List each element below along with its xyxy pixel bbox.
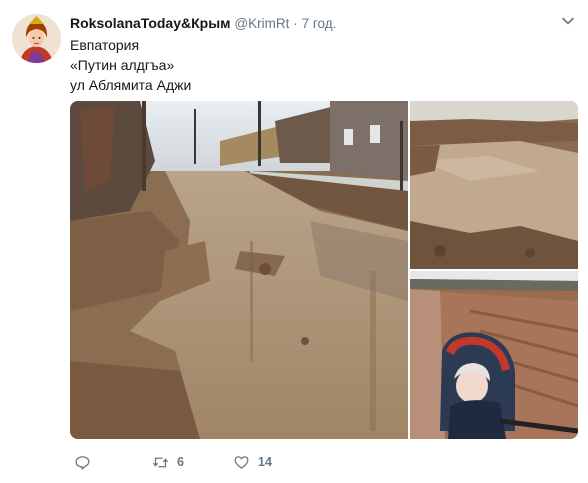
tweet-text: Евпатория «Путин алдгъа» ул Аблямита Адж… [70, 35, 191, 95]
photo-muddy-puddle[interactable] [410, 101, 578, 269]
tweet-card[interactable]: RoksolanaToday&Крым @KrimRt · 7 год. Евп… [0, 0, 588, 483]
tweet-text-line: ул Аблямита Аджи [70, 77, 192, 93]
reply-button[interactable] [74, 452, 91, 472]
like-button[interactable]: 14 [233, 452, 272, 472]
retweet-button[interactable]: 6 [152, 452, 184, 472]
header-separator: · [293, 16, 298, 31]
tweet-timestamp[interactable]: 7 год. [302, 16, 337, 31]
media-grid [70, 101, 578, 439]
retweet-icon [152, 457, 169, 467]
retweet-count: 6 [177, 455, 184, 469]
avatar-image [12, 14, 61, 63]
photo-muddy-street[interactable] [70, 101, 408, 439]
tweet-actions: 6 14 [70, 452, 470, 472]
like-icon [234, 455, 249, 469]
avatar[interactable] [12, 14, 61, 63]
tweet-header: RoksolanaToday&Крым @KrimRt · 7 год. [70, 14, 336, 33]
author-name[interactable]: RoksolanaToday&Крым [70, 15, 231, 31]
photo-child-stroller[interactable] [410, 271, 578, 439]
like-count: 14 [258, 455, 272, 469]
reply-icon [75, 455, 90, 470]
author-handle[interactable]: @KrimRt [234, 16, 289, 31]
tweet-text-line: «Путин алдгъа» [70, 57, 175, 73]
tweet-text-line: Евпатория [70, 37, 140, 53]
caret-down-icon[interactable] [561, 14, 575, 28]
